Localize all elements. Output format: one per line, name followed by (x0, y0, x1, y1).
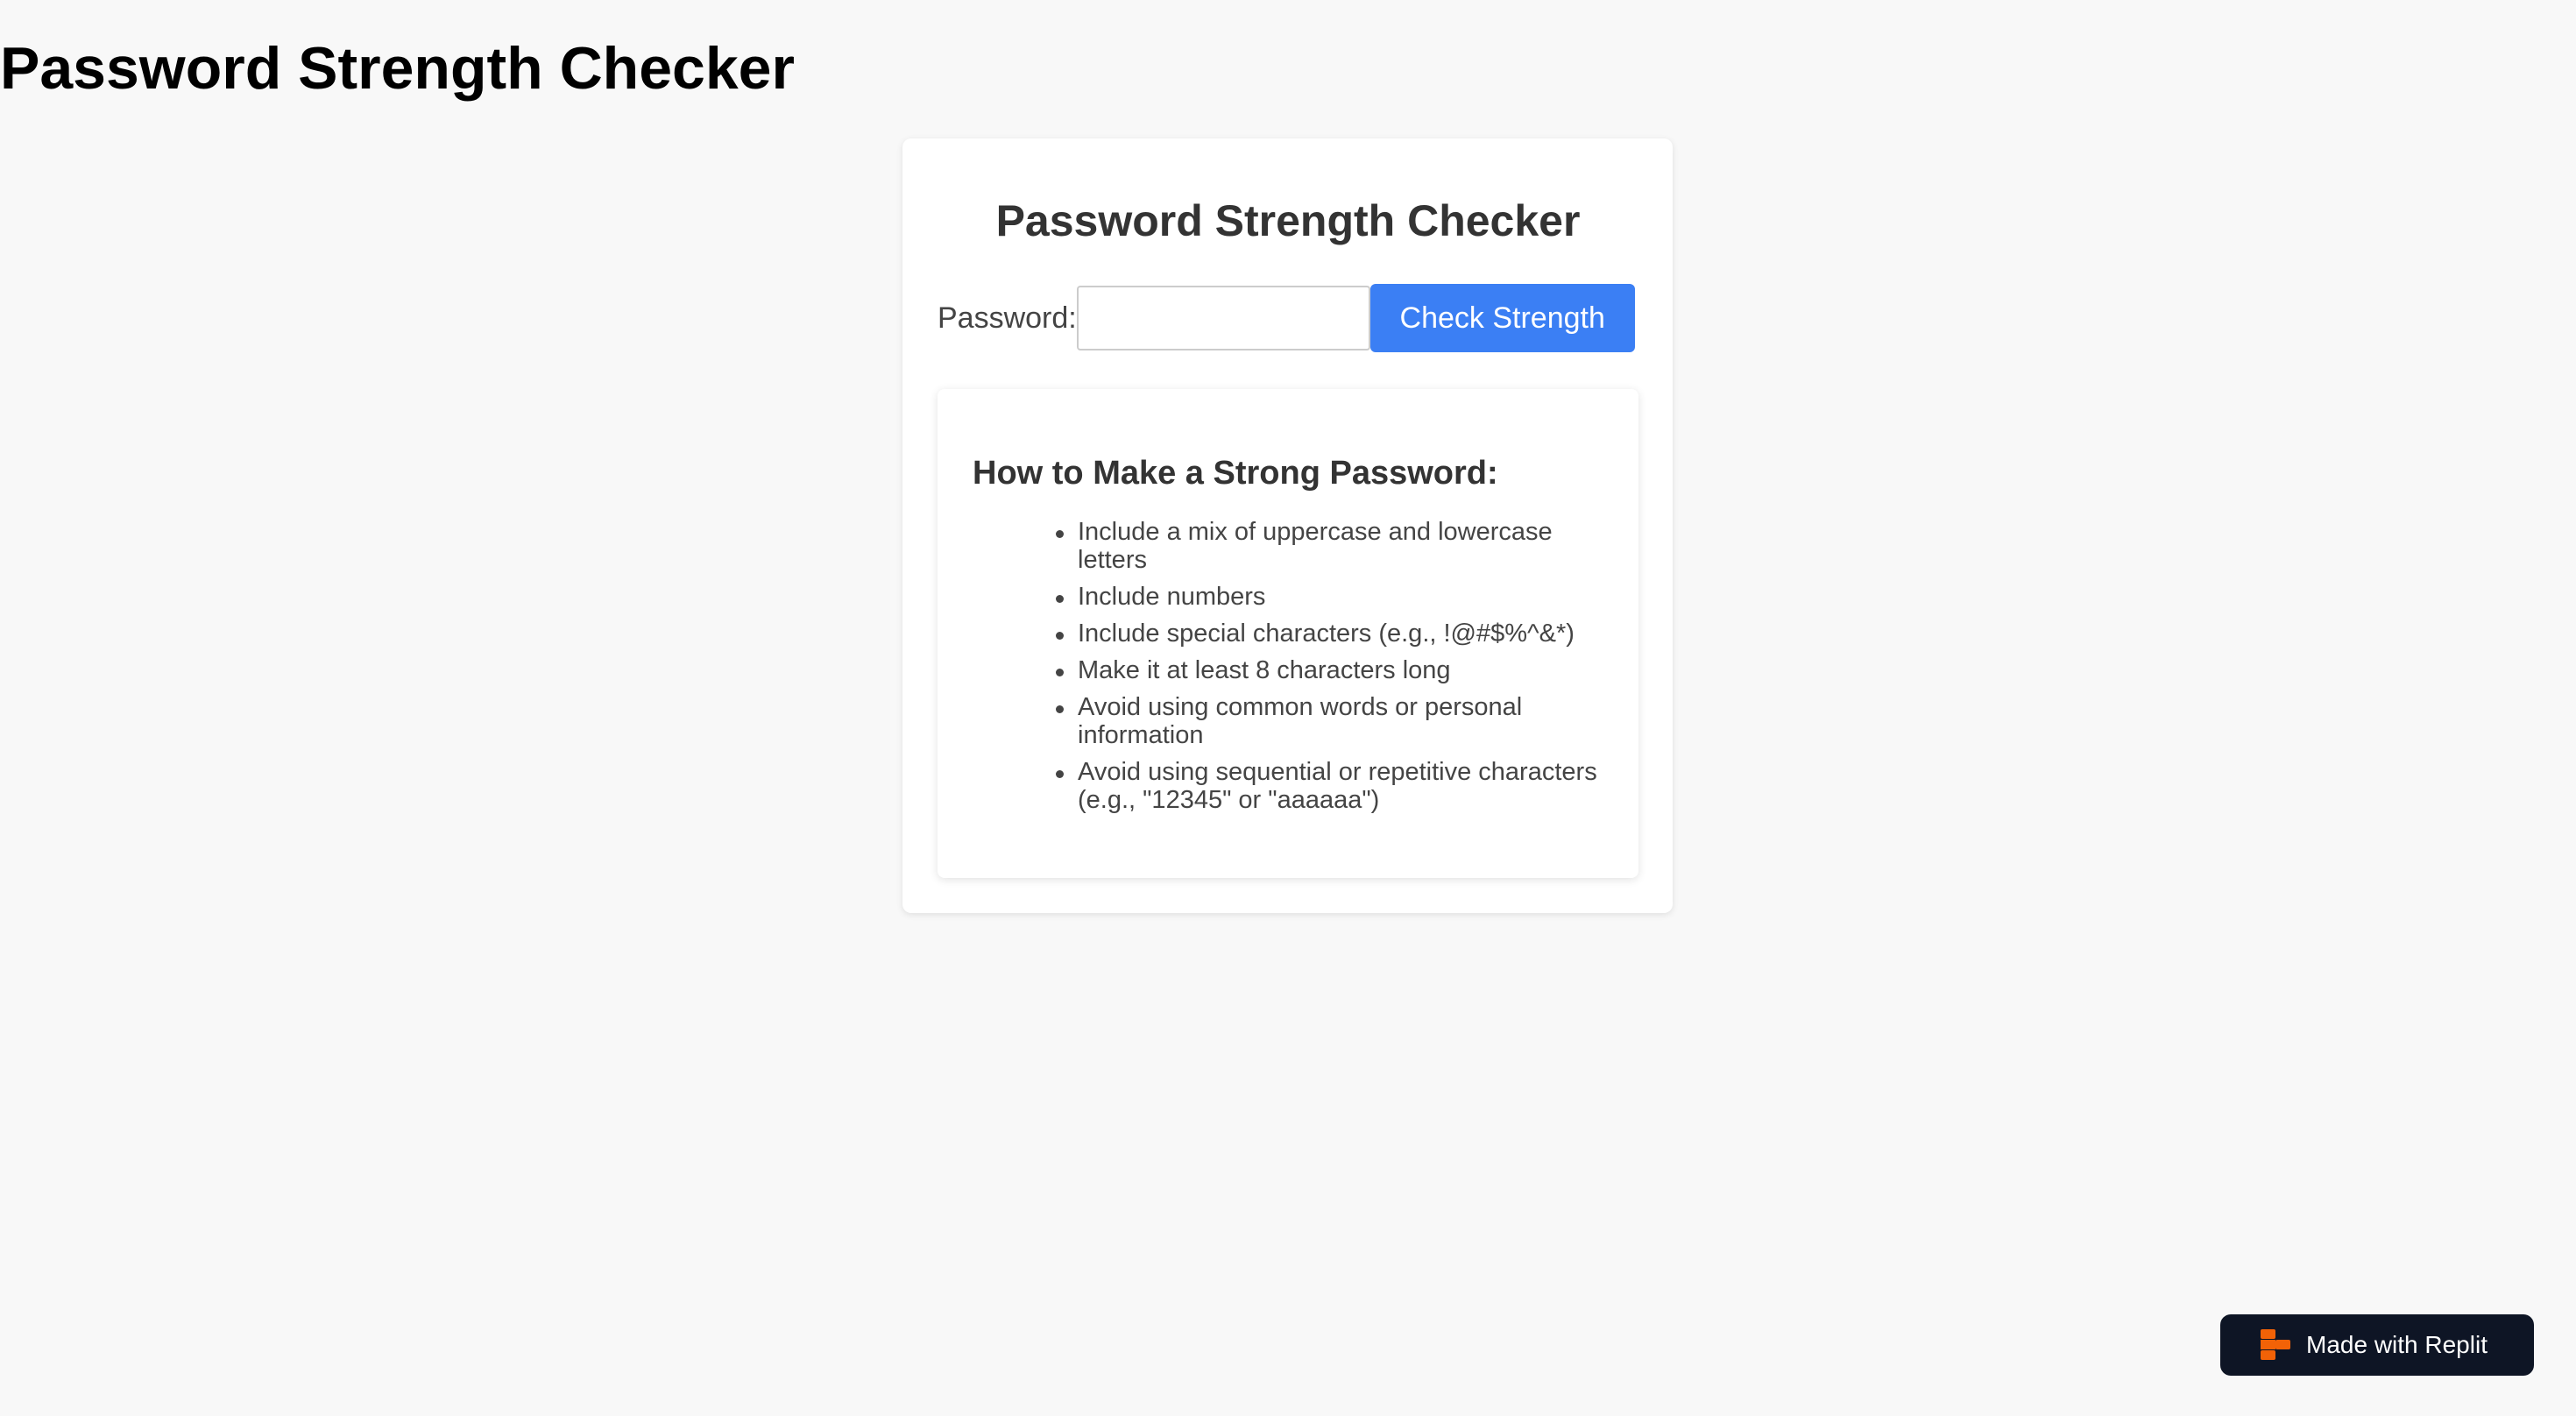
page-title: Password Strength Checker (0, 35, 795, 102)
list-item: Avoid using common words or personal inf… (1056, 693, 1603, 749)
tips-title: How to Make a Strong Password: (973, 455, 1498, 492)
list-item: Make it at least 8 characters long (1056, 656, 1603, 684)
password-form: Password: Check Strength (938, 284, 1635, 352)
tips-list: Include a mix of uppercase and lowercase… (1056, 518, 1603, 823)
password-label: Password: (938, 301, 1077, 335)
list-item: Include a mix of uppercase and lowercase… (1056, 518, 1603, 574)
replit-logo-icon (2261, 1329, 2290, 1360)
list-item: Include numbers (1056, 583, 1603, 611)
made-with-replit-badge[interactable]: Made with Replit (2220, 1314, 2534, 1376)
check-strength-button[interactable]: Check Strength (1369, 284, 1635, 352)
password-input[interactable] (1076, 286, 1370, 350)
card-title: Password Strength Checker (995, 196, 1581, 245)
list-item: Avoid using sequential or repetitive cha… (1056, 758, 1603, 814)
badge-label: Made with Replit (2306, 1331, 2488, 1358)
list-item: Include special characters (e.g., !@#$%^… (1056, 620, 1603, 648)
